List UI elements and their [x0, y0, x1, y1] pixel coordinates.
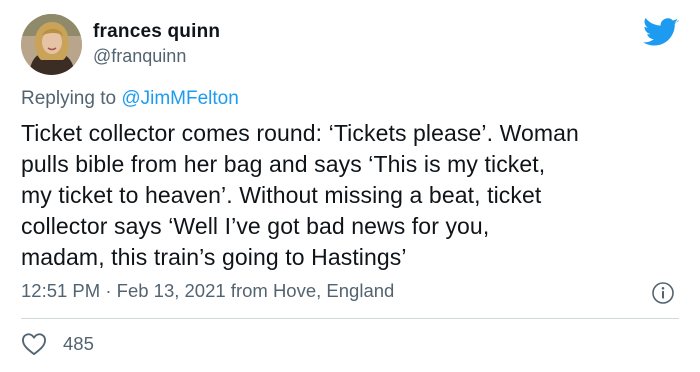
avatar[interactable]: [21, 14, 82, 75]
display-name[interactable]: frances quinn: [93, 21, 220, 43]
tweet-card: frances quinn @franquinn Replying to @Ji…: [0, 0, 700, 372]
meta-separator: ·: [100, 280, 117, 301]
replying-to: Replying to @JimMFelton: [21, 88, 239, 110]
tweet-text: Ticket collector comes round: ‘Tickets p…: [21, 120, 579, 270]
twitter-bird-icon[interactable]: [643, 18, 679, 48]
info-icon[interactable]: [651, 281, 675, 305]
tweet-time[interactable]: 12:51 PM: [21, 280, 100, 301]
replying-prefix: Replying to: [21, 88, 122, 109]
tweet-date[interactable]: Feb 13, 2021: [117, 280, 226, 301]
like-count: 485: [63, 333, 94, 354]
heart-icon[interactable]: [21, 332, 47, 356]
reply-mention-link[interactable]: @JimMFelton: [121, 88, 238, 109]
divider: [21, 318, 679, 319]
like-button[interactable]: 485: [21, 330, 94, 358]
user-handle[interactable]: @franquinn: [93, 46, 186, 67]
tweet-metadata: 12:51 PM · Feb 13, 2021 from Hove, Engla…: [21, 280, 394, 302]
tweet-source: from Hove, England: [225, 280, 395, 301]
